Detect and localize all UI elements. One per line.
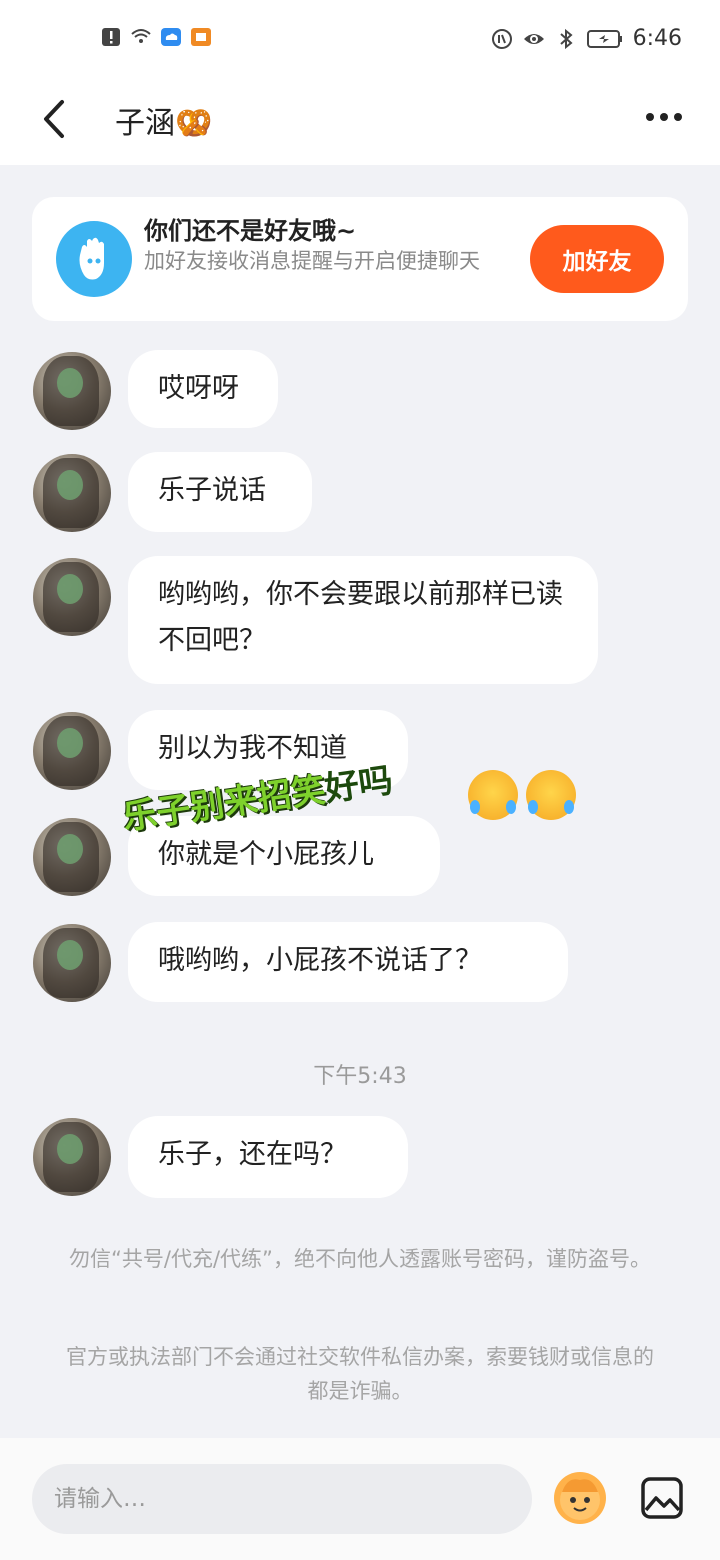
friend-card-title: 你们还不是好友哦~ [144, 217, 357, 245]
wifi-icon [131, 29, 151, 43]
sticker-text-end: 好吗 [322, 760, 396, 810]
fraud-notice: 官方或执法部门不会通过社交软件私信办案，索要钱财或信息的都是诈骗。 [66, 1345, 654, 1403]
avatar[interactable] [33, 818, 111, 896]
security-notice: 勿信“共号/代充/代练”，绝不向他人透露账号密码，谨防盗号。 [69, 1247, 651, 1271]
battery-icon [586, 29, 622, 48]
avatar[interactable] [33, 712, 111, 790]
chat-header: 子涵🥨 [0, 82, 720, 165]
alert-icon [102, 28, 120, 46]
back-arrow-icon[interactable] [36, 94, 76, 144]
time-divider: 下午5:43 [313, 1064, 407, 1089]
add-friend-card: 你们还不是好友哦~ 加好友接收消息提醒与开启便捷聊天 加好友 [32, 197, 688, 321]
avatar[interactable] [33, 558, 111, 636]
status-bar: 6:46 [0, 0, 720, 82]
add-friend-button[interactable]: 加好友 [530, 225, 664, 293]
message-bubble[interactable]: 乐子，还在吗？ [128, 1116, 408, 1198]
top-bar: 6:46 子涵🥨 [0, 0, 720, 165]
message-bubble[interactable]: 哟哟哟，你不会要跟以前那样已读不回吧？ [128, 556, 598, 684]
status-time: 6:46 [632, 26, 682, 51]
avatar[interactable] [33, 352, 111, 430]
bluetooth-icon [559, 28, 573, 49]
eye-icon [523, 33, 544, 44]
avatar[interactable] [33, 924, 111, 1002]
avatar[interactable] [33, 1118, 111, 1196]
more-options-icon[interactable] [644, 110, 684, 124]
emoji-sticker-icon[interactable] [554, 1472, 606, 1524]
avatar[interactable] [33, 454, 111, 532]
nfc-icon [491, 28, 512, 49]
friend-card-subtitle: 加好友接收消息提醒与开启便捷聊天 [144, 249, 480, 273]
input-bar [0, 1438, 720, 1560]
message-bubble[interactable]: 哦哟哟，小屁孩不说话了？ [128, 922, 568, 1002]
cloud-icon [161, 28, 181, 46]
hand-wave-icon [56, 221, 132, 297]
image-icon[interactable] [640, 1476, 684, 1520]
chat-title: 子涵🥨 [115, 106, 213, 141]
message-input[interactable] [32, 1464, 532, 1534]
message-bubble[interactable]: 哎呀呀 [128, 350, 278, 428]
laughing-emoji-icon [526, 770, 576, 820]
laughing-emoji-icon [468, 770, 518, 820]
app-notification-icon [191, 28, 211, 46]
message-bubble[interactable]: 乐子说话 [128, 452, 312, 532]
